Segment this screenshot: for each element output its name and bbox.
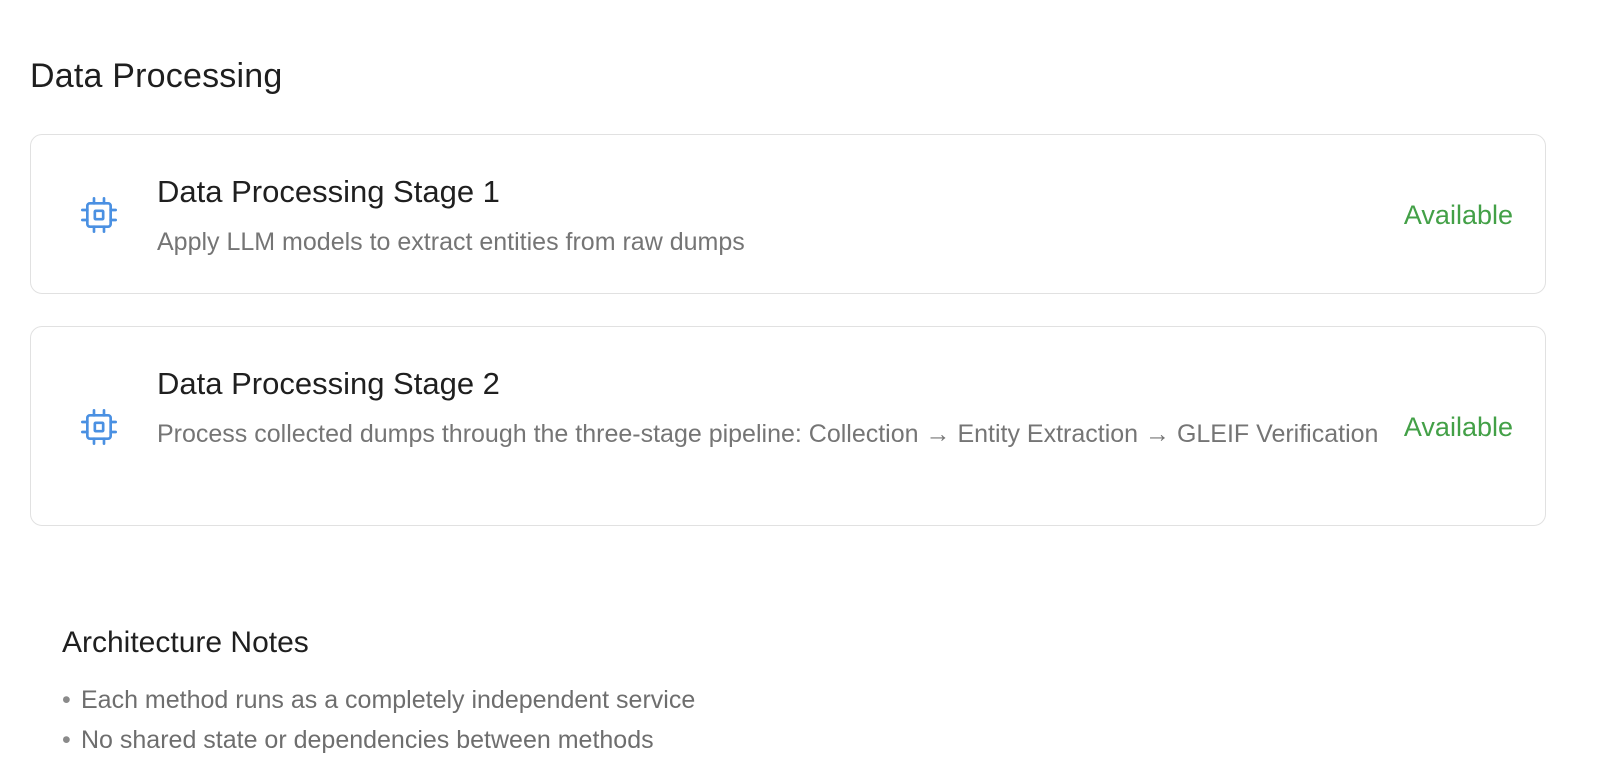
method-card-stage-1[interactable]: Data Processing Stage 1 Apply LLM models… bbox=[30, 134, 1546, 294]
cpu-chip-icon bbox=[81, 409, 117, 445]
method-card-stage-2[interactable]: Data Processing Stage 2 Process collecte… bbox=[30, 326, 1546, 526]
list-item: • Each method runs as a completely indep… bbox=[62, 680, 1362, 720]
section-title: Data Processing bbox=[30, 57, 283, 95]
notes-list: • Each method runs as a completely indep… bbox=[62, 680, 1362, 760]
bullet: • bbox=[62, 686, 71, 714]
bullet: • bbox=[62, 726, 71, 754]
card-description: Process collected dumps through the thre… bbox=[157, 420, 1379, 448]
status-badge: Available bbox=[1403, 200, 1513, 230]
page: Data Processing Data Processing Stage 1 … bbox=[0, 0, 1598, 760]
card-title: Data Processing Stage 2 bbox=[157, 366, 500, 401]
card-title: Data Processing Stage 1 bbox=[157, 174, 500, 209]
note-text: No shared state or dependencies between … bbox=[81, 726, 654, 754]
cpu-chip-icon bbox=[81, 197, 117, 234]
note-text: Each method runs as a completely indepen… bbox=[81, 686, 696, 714]
list-item: • No shared state or dependencies betwee… bbox=[62, 720, 1362, 760]
status-badge: Available bbox=[1403, 412, 1513, 442]
architecture-notes: Architecture Notes • Each method runs as… bbox=[62, 624, 1362, 760]
card-description: Apply LLM models to extract entities fro… bbox=[157, 228, 745, 256]
notes-title: Architecture Notes bbox=[62, 626, 309, 659]
